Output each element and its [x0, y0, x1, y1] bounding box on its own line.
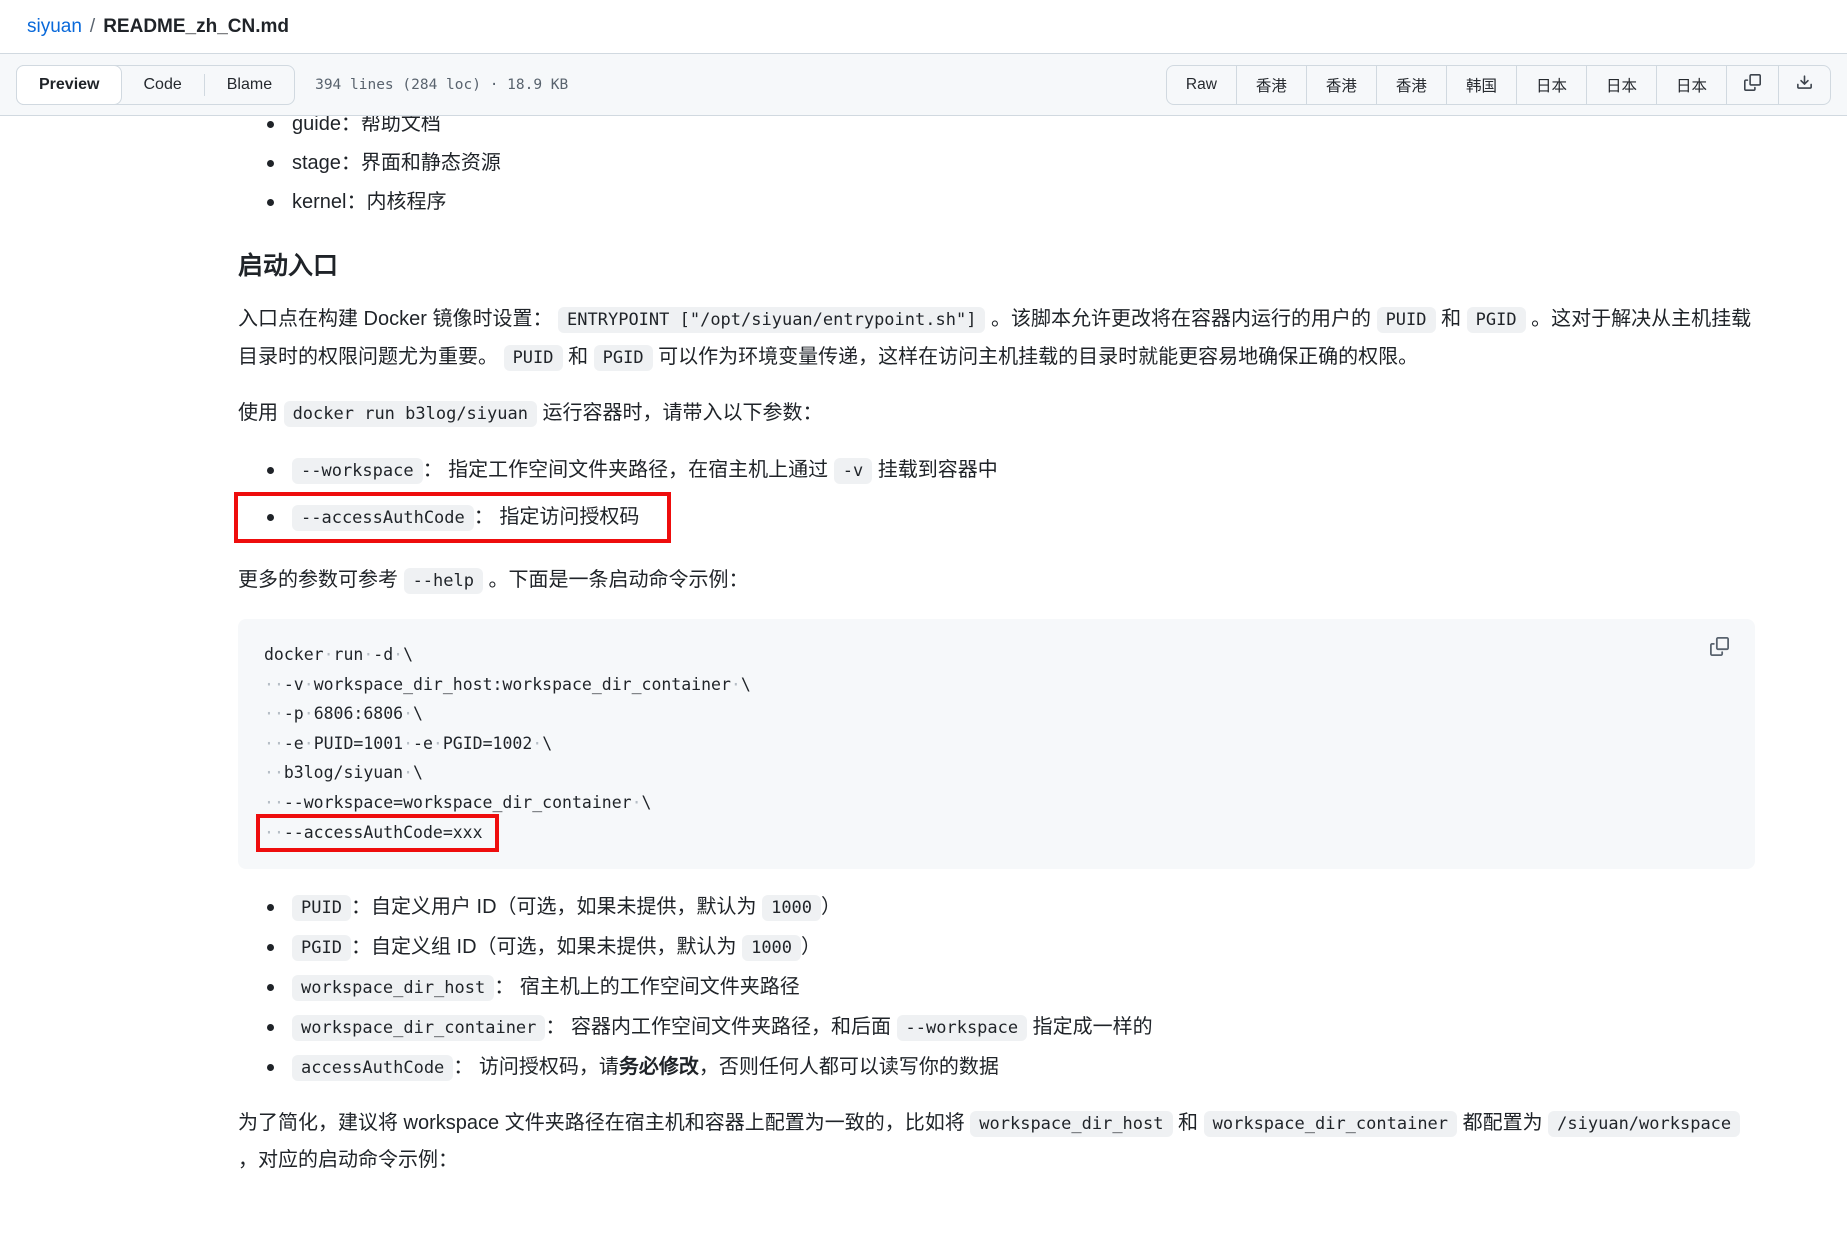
raw-button[interactable]: Raw: [1167, 66, 1236, 104]
bold-text: 务必修改: [618, 1055, 699, 1078]
translation-button-5[interactable]: 日本: [1515, 65, 1586, 104]
translation-button-4[interactable]: 韩国: [1445, 65, 1516, 104]
breadcrumb-file-name: README_zh_CN.md: [103, 15, 290, 37]
inline-code: --accessAuthCode: [292, 504, 474, 531]
inline-code: workspace_dir_container: [292, 1014, 546, 1041]
tab-blame[interactable]: Blame: [205, 66, 294, 104]
args-list: --workspace： 指定工作空间文件夹路径，在宿主机上通过 -v 挂载到容…: [234, 452, 1755, 543]
translation-button-6[interactable]: 日本: [1585, 65, 1656, 104]
list-item: workspace_dir_host： 宿主机上的工作空间文件夹路径: [238, 969, 1755, 1006]
inline-code: --help: [403, 567, 483, 594]
copy-icon: [1744, 73, 1761, 96]
code-line: ··-e·PUID=1001·-e·PGID=1002·\: [264, 733, 553, 753]
code-line: ··--workspace=workspace_dir_container·\: [264, 792, 652, 812]
annotation-red-box: ··--accessAuthCode=xxx: [256, 814, 499, 852]
view-switcher: Preview Code Blame: [16, 64, 296, 105]
file-meta: 394 lines (284 loc) · 18.9 KB: [315, 76, 569, 93]
inline-code: accessAuthCode: [292, 1054, 454, 1081]
breadcrumb-repo-link[interactable]: siyuan: [27, 16, 82, 38]
list-item: stage：界面和静态资源: [238, 145, 1755, 181]
inline-code: /siyuan/workspace: [1548, 1110, 1741, 1137]
env-vars-list: PUID ：自定义用户 ID（可选，如果未提供，默认为 1000） PGID ：自定义…: [238, 889, 1755, 1086]
breadcrumb-separator: /: [89, 15, 96, 37]
paragraph-entrypoint: 入口点在构建 Docker 镜像时设置： ENTRYPOINT ["/opt/s…: [238, 301, 1755, 376]
copy-code-button[interactable]: [1706, 633, 1733, 663]
inline-code: workspace_dir_host: [970, 1110, 1173, 1137]
inline-code: workspace_dir_container: [1203, 1110, 1458, 1137]
translation-button-3[interactable]: 香港: [1375, 65, 1446, 104]
list-item: workspace_dir_container： 容器内工作空间文件夹路径，和后…: [238, 1009, 1755, 1046]
translation-button-1[interactable]: 香港: [1235, 65, 1306, 104]
inline-code: PGID: [593, 344, 653, 371]
inline-code: PGID: [1466, 307, 1526, 333]
paragraph-docker-run: 使用 docker run b3log/siyuan 运行容器时，请带入以下参数…: [238, 395, 1755, 433]
code-line: ··b3log/siyuan·\: [264, 763, 423, 782]
list-item: --accessAuthCode： 指定访问授权码: [234, 491, 672, 543]
code-line: ··--accessAuthCode=xxx: [256, 814, 1729, 852]
section-heading: 启动入口: [238, 252, 339, 280]
file-structure-list: guide：帮助文档 stage：界面和静态资源 kernel：内核程序: [238, 106, 1755, 220]
translation-button-7[interactable]: 日本: [1655, 65, 1726, 104]
inline-code: 1000: [742, 934, 802, 961]
file-actions-group: Raw 香港 香港 香港 韩国 日本 日本 日本: [1165, 64, 1831, 105]
inline-code: --workspace: [292, 457, 423, 484]
paragraph-more-params: 更多的参数可参考 --help 。下面是一条启动命令示例：: [238, 562, 1755, 600]
list-item: PUID ：自定义用户 ID（可选，如果未提供，默认为 1000）: [238, 889, 1755, 926]
paragraph-simplify: 为了简化，建议将 workspace 文件夹路径在宿主机和容器上配置为一致的，比…: [238, 1105, 1755, 1179]
inline-code: PUID: [292, 894, 351, 921]
breadcrumb: siyuan / README_zh_CN.md: [0, 0, 1847, 53]
list-item: kernel：内核程序: [238, 184, 1755, 220]
inline-code: ENTRYPOINT ["/opt/siyuan/entrypoint.sh"]: [558, 307, 986, 333]
inline-code: docker run b3log/siyuan: [283, 401, 537, 427]
list-item: PGID ：自定义组 ID（可选，如果未提供，默认为 1000）: [238, 929, 1755, 966]
translation-button-2[interactable]: 香港: [1305, 65, 1376, 104]
file-toolbar: Preview Code Blame 394 lines (284 loc) ·…: [0, 53, 1847, 116]
inline-code: -v: [833, 457, 873, 484]
inline-code: workspace_dir_host: [292, 974, 495, 1001]
download-icon: [1796, 74, 1813, 96]
code-line: ··-p·6806:6806·\: [264, 704, 423, 723]
code-line: docker·run·-d·\: [264, 645, 414, 664]
list-item: --workspace： 指定工作空间文件夹路径，在宿主机上通过 -v 挂载到容…: [238, 452, 1755, 489]
inline-code: PUID: [503, 344, 563, 371]
inline-code: --workspace: [896, 1014, 1028, 1041]
tab-code[interactable]: Code: [121, 66, 203, 104]
tab-preview[interactable]: Preview: [16, 64, 123, 105]
code-line: ··-v·workspace_dir_host:workspace_dir_co…: [264, 674, 751, 694]
inline-code: PGID: [292, 934, 351, 961]
copy-file-button[interactable]: [1726, 65, 1778, 104]
file-header: siyuan / README_zh_CN.md Preview Code Bl…: [0, 0, 1847, 116]
copy-icon: [1710, 637, 1729, 659]
code-lines: docker·run·-d·\ ··-v·workspace_dir_host:w…: [256, 640, 1729, 852]
inline-code: PUID: [1376, 307, 1436, 333]
inline-code: 1000: [762, 894, 822, 921]
list-item: accessAuthCode： 访问授权码，请务必修改，否则任何人都可以读写你的…: [238, 1049, 1755, 1086]
download-file-button[interactable]: [1778, 65, 1830, 104]
code-block: docker·run·-d·\ ··-v·workspace_dir_host:w…: [238, 619, 1755, 869]
markdown-body: guide：帮助文档 stage：界面和静态资源 kernel：内核程序 启动入口 …: [0, 106, 1847, 1179]
